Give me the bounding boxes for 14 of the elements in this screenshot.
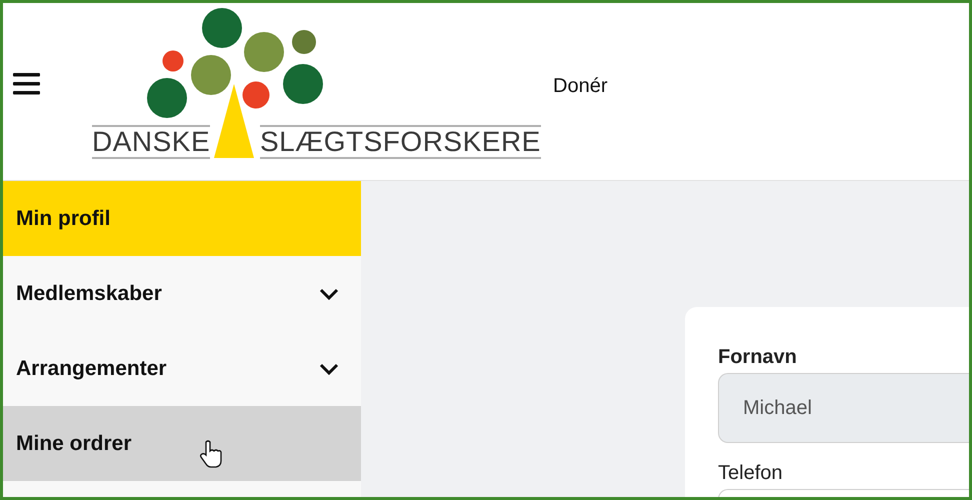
- hand-cursor-icon: [200, 440, 222, 468]
- logo-text: DANSKE: [92, 125, 210, 159]
- nav-link[interactable]: Donér: [553, 71, 608, 101]
- sidebar-item[interactable]: Mine ordrer: [3, 406, 361, 481]
- chevron-down-icon: [319, 288, 339, 300]
- field-label: Telefon: [718, 461, 784, 485]
- menu-icon[interactable]: [12, 71, 42, 97]
- field-label: Fornavn: [718, 345, 798, 369]
- sidebar-item[interactable]: Arrangementer: [3, 331, 361, 406]
- triangle-icon: [212, 84, 256, 158]
- chevron-down-icon: [319, 362, 339, 374]
- sidebar-item[interactable]: Min profil: [3, 181, 361, 256]
- logo-text: SLÆGTSFORSKERE: [260, 125, 541, 159]
- sidebar-item[interactable]: Medlemskaber: [3, 256, 361, 331]
